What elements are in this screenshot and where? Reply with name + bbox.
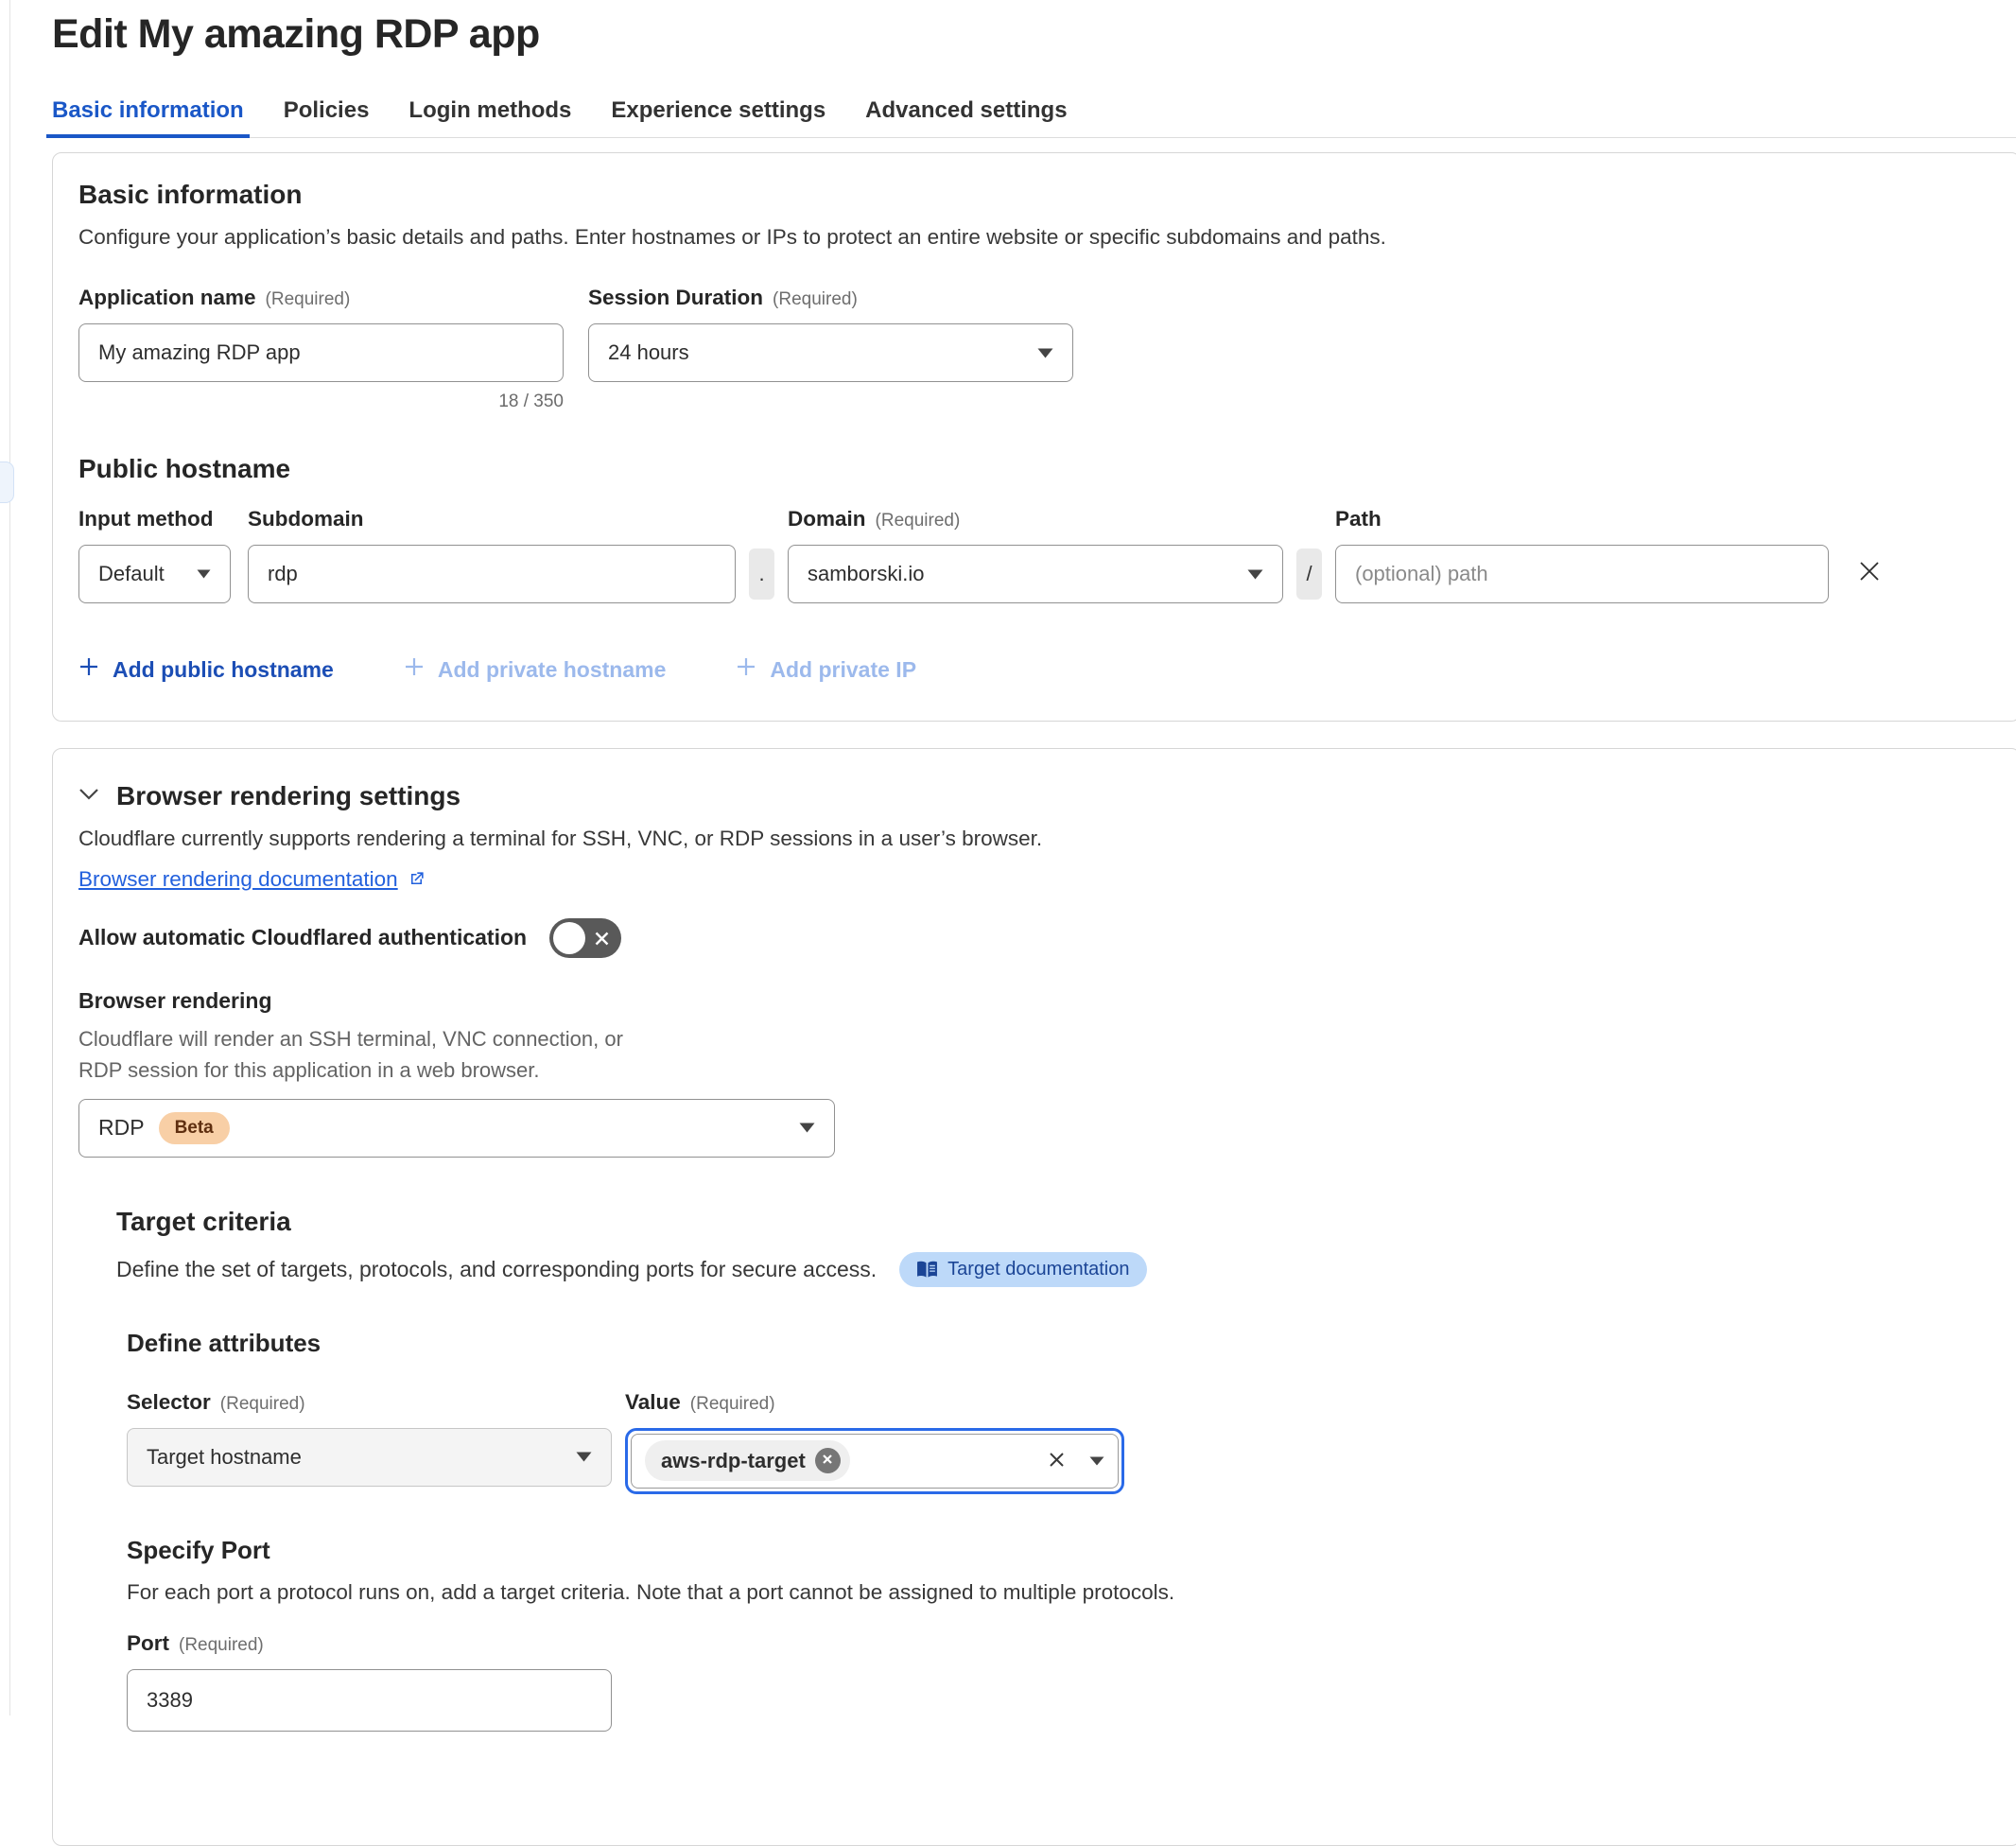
target-documentation-label: Target documentation — [947, 1259, 1129, 1280]
page-left-divider — [9, 0, 10, 1715]
dropdown-caret-icon — [1247, 569, 1263, 580]
application-name-required: (Required) — [266, 289, 351, 310]
application-name-input[interactable] — [78, 323, 564, 382]
protocol-select[interactable]: RDP Beta — [78, 1099, 835, 1158]
close-icon — [1857, 559, 1882, 586]
browser-rendering-subdescription: Cloudflare will render an SSH terminal, … — [78, 1023, 629, 1086]
toggle-knob — [553, 922, 585, 954]
dot-separator: . — [749, 549, 774, 600]
session-duration-required: (Required) — [773, 289, 858, 310]
book-icon — [916, 1261, 938, 1279]
add-private-hostname-button[interactable]: Add private hostname — [404, 656, 667, 683]
add-public-hostname-button[interactable]: Add public hostname — [78, 656, 334, 683]
input-method-select[interactable]: Default — [78, 545, 231, 603]
public-hostname-heading: Public hostname — [78, 454, 1991, 484]
x-icon — [1047, 1450, 1067, 1472]
value-tag: aws-rdp-target — [645, 1440, 850, 1481]
plus-icon — [404, 656, 425, 683]
path-label: Path — [1335, 507, 1382, 531]
x-icon — [822, 1454, 833, 1468]
application-name-counter: 18 / 350 — [78, 392, 564, 412]
add-private-ip-button[interactable]: Add private IP — [736, 656, 916, 683]
domain-required: (Required) — [876, 511, 961, 531]
define-attributes-heading: Define attributes — [127, 1329, 1991, 1358]
domain-value: samborski.io — [808, 562, 924, 586]
subdomain-label: Subdomain — [248, 507, 364, 531]
page-title: Edit My amazing RDP app — [52, 11, 2016, 58]
add-public-hostname-label: Add public hostname — [113, 657, 334, 683]
chevron-down-icon — [78, 788, 99, 805]
session-duration-label: Session Duration — [588, 286, 763, 310]
dropdown-caret-icon — [576, 1452, 592, 1462]
dropdown-caret-icon — [1037, 348, 1053, 358]
session-duration-value: 24 hours — [608, 340, 689, 365]
add-private-hostname-label: Add private hostname — [438, 657, 667, 683]
remove-hostname-button[interactable] — [1857, 559, 1882, 586]
cloudflared-auth-toggle[interactable] — [549, 918, 621, 958]
basic-information-card: Basic information Configure your applica… — [52, 152, 2016, 722]
cloudflared-auth-toggle-label: Allow automatic Cloudflared authenticati… — [78, 925, 527, 950]
subdomain-input[interactable] — [248, 545, 736, 603]
protocol-value: RDP — [98, 1115, 145, 1141]
browser-rendering-collapse-header[interactable]: Browser rendering settings — [78, 781, 1991, 811]
slash-separator: / — [1296, 549, 1322, 600]
specify-port-heading: Specify Port — [127, 1536, 1991, 1565]
browser-rendering-doc-link[interactable]: Browser rendering documentation — [78, 867, 398, 892]
specify-port-description: For each port a protocol runs on, add a … — [127, 1578, 1991, 1607]
target-criteria-heading: Target criteria — [116, 1207, 1991, 1237]
basic-information-heading: Basic information — [78, 180, 1991, 210]
browser-rendering-settings-heading: Browser rendering settings — [116, 781, 461, 811]
browser-rendering-description: Cloudflare currently supports rendering … — [78, 825, 1991, 853]
add-private-ip-label: Add private IP — [770, 657, 916, 683]
domain-select[interactable]: samborski.io — [788, 545, 1283, 603]
input-method-value: Default — [98, 562, 165, 586]
left-edge-scroll-fragment — [0, 462, 14, 503]
tab-advanced-settings[interactable]: Advanced settings — [865, 97, 1067, 137]
tab-experience-settings[interactable]: Experience settings — [611, 97, 826, 137]
dropdown-caret-icon — [197, 569, 211, 579]
value-required: (Required) — [690, 1394, 775, 1415]
port-required: (Required) — [179, 1635, 264, 1656]
dropdown-caret-icon[interactable] — [1082, 1456, 1104, 1466]
path-input[interactable] — [1335, 545, 1829, 603]
target-documentation-badge[interactable]: Target documentation — [899, 1252, 1146, 1287]
port-input[interactable] — [127, 1669, 612, 1732]
toggle-off-x-icon — [594, 931, 610, 951]
selector-label: Selector — [127, 1390, 211, 1415]
browser-rendering-card: Browser rendering settings Cloudflare cu… — [52, 748, 2016, 1846]
tab-basic-information[interactable]: Basic information — [52, 97, 244, 137]
basic-information-description: Configure your application’s basic detai… — [78, 223, 1991, 252]
input-method-label: Input method — [78, 507, 213, 531]
tab-policies[interactable]: Policies — [284, 97, 370, 137]
browser-rendering-subheading: Browser rendering — [78, 988, 1991, 1014]
selector-required: (Required) — [220, 1394, 305, 1415]
target-criteria-description: Define the set of targets, protocols, an… — [116, 1257, 877, 1282]
selector-select[interactable]: Target hostname — [127, 1428, 612, 1487]
tab-login-methods[interactable]: Login methods — [408, 97, 571, 137]
value-label: Value — [625, 1390, 681, 1415]
value-multiselect-focused[interactable]: aws-rdp-target — [625, 1428, 1124, 1494]
port-label: Port — [127, 1631, 169, 1656]
session-duration-select[interactable]: 24 hours — [588, 323, 1073, 382]
external-link-icon — [408, 870, 426, 888]
remove-tag-button[interactable] — [815, 1448, 841, 1473]
beta-badge: Beta — [159, 1112, 230, 1144]
public-hostname-row: Input method Default Subdomain . Domain … — [78, 507, 1991, 603]
edit-app-page: Edit My amazing RDP app Basic informatio… — [52, 0, 2016, 1846]
plus-icon — [736, 656, 756, 683]
domain-label: Domain — [788, 507, 866, 531]
clear-value-button[interactable] — [1041, 1450, 1072, 1472]
application-name-label: Application name — [78, 286, 256, 310]
selector-value: Target hostname — [147, 1445, 302, 1470]
value-tag-label: aws-rdp-target — [661, 1449, 806, 1473]
plus-icon — [78, 656, 99, 683]
tab-bar: Basic information Policies Login methods… — [52, 97, 2016, 138]
dropdown-caret-icon — [799, 1123, 815, 1133]
